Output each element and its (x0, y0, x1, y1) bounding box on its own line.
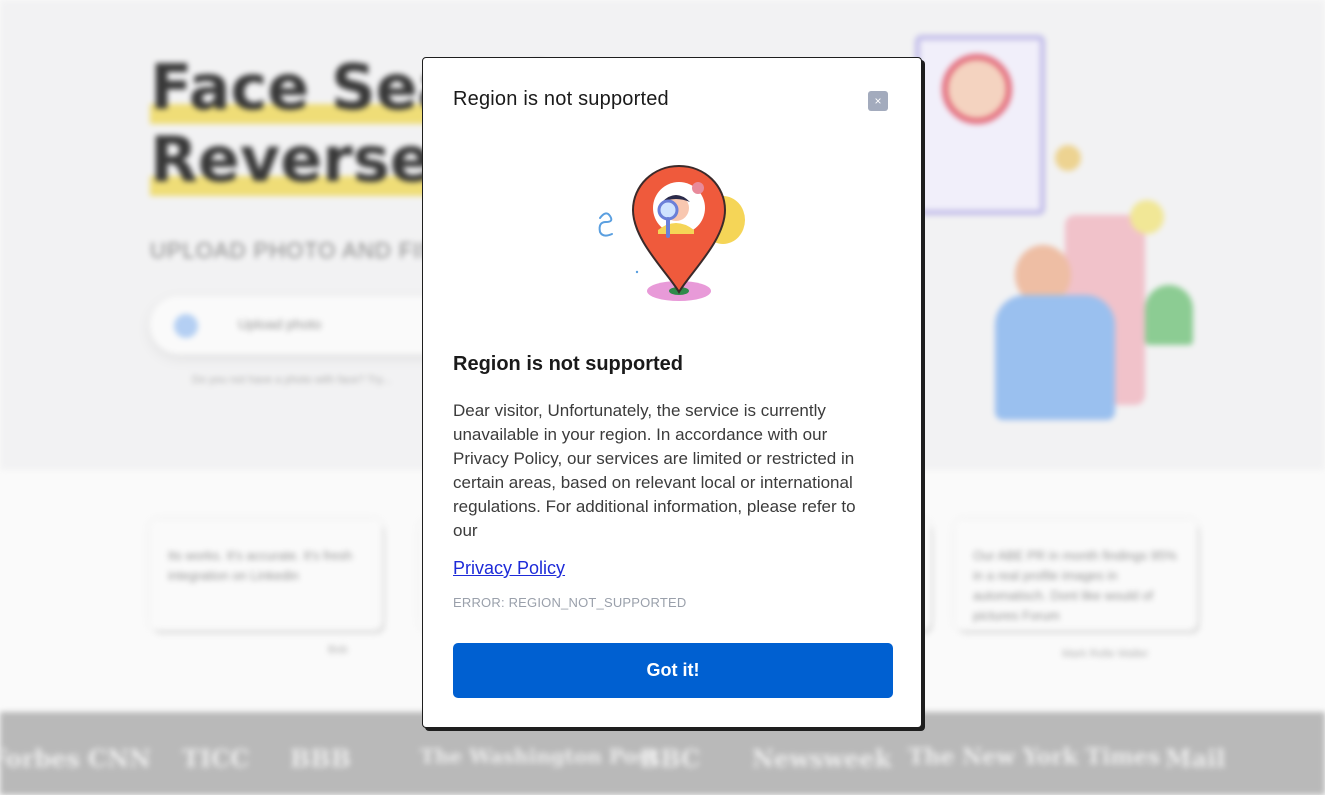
privacy-policy-link[interactable]: Privacy Policy (453, 558, 565, 579)
dialog-message: Dear visitor, Unfortunately, the service… (453, 401, 856, 540)
location-pin-icon (598, 164, 745, 301)
region-not-supported-dialog: Region is not supported × Region is not … (422, 57, 922, 728)
error-code: ERROR: REGION_NOT_SUPPORTED (453, 595, 687, 610)
location-pin-illustration (588, 158, 748, 308)
dialog-title: Region is not supported (453, 353, 683, 375)
got-it-button[interactable]: Got it! (453, 643, 893, 698)
dialog-header-title: Region is not supported (453, 88, 669, 110)
close-button[interactable]: × (868, 91, 888, 111)
